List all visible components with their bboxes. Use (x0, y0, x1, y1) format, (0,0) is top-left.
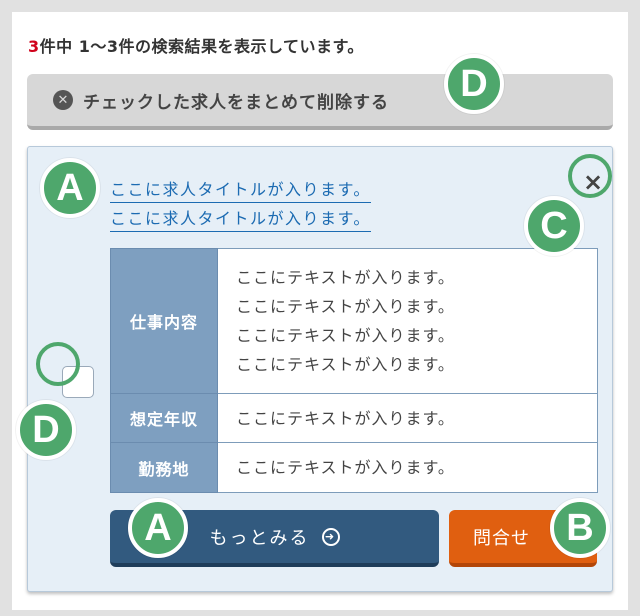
more-button-label: もっとみる (209, 527, 310, 549)
annotation-marker-c: C (524, 196, 584, 256)
job-description-value: ここにテキストが入ります。 ここにテキストが入ります。 ここにテキストが入ります… (217, 248, 598, 394)
job-card: ここに求人タイトルが入ります。 ここに求人タイトルが入ります。 × 仕事内容 こ… (27, 146, 613, 592)
table-row: 想定年収 ここにテキストが入ります。 (110, 393, 598, 443)
salary-value: ここにテキストが入ります。 (217, 393, 598, 443)
job-info-table: 仕事内容 ここにテキストが入ります。 ここにテキストが入ります。 ここにテキスト… (110, 248, 598, 493)
result-summary-text: 件中 1〜3件の検索結果を表示しています。 (39, 37, 364, 56)
location-label: 勤務地 (110, 442, 218, 493)
result-count-number: 3 (28, 37, 40, 56)
job-description-line: ここにテキストが入ります。 (236, 297, 455, 316)
job-description-line: ここにテキストが入ります。 (236, 268, 455, 287)
result-summary: 3件中 1〜3件の検索結果を表示しています。 (28, 33, 364, 57)
contact-button-label: 問合せ (473, 527, 530, 549)
arrow-right-circle-icon: ➜ (321, 527, 340, 546)
table-row: 仕事内容 ここにテキストが入ります。 ここにテキストが入ります。 ここにテキスト… (110, 248, 598, 394)
job-description-line: ここにテキストが入ります。 (236, 326, 455, 345)
location-value: ここにテキストが入ります。 (217, 442, 598, 493)
table-row: 勤務地 ここにテキストが入ります。 (110, 442, 598, 493)
bulk-delete-button[interactable]: ✕ チェックした求人をまとめて削除する (27, 74, 613, 130)
job-select-checkbox[interactable] (62, 366, 94, 398)
close-circle-icon: ✕ (53, 90, 73, 110)
annotation-marker-a: A (40, 158, 100, 218)
annotation-marker-d: D (444, 54, 504, 114)
job-title-link[interactable]: ここに求人タイトルが入ります。 (110, 205, 371, 232)
bulk-delete-label: チェックした求人をまとめて削除する (83, 92, 389, 113)
job-description-line: ここにテキストが入ります。 (236, 355, 455, 374)
job-description-label: 仕事内容 (110, 248, 218, 394)
salary-label: 想定年収 (110, 393, 218, 443)
remove-job-close-button[interactable]: × (576, 165, 610, 199)
annotation-marker-a: A (128, 498, 188, 558)
job-title-link[interactable]: ここに求人タイトルが入ります。 (110, 176, 371, 203)
annotation-marker-d: D (16, 400, 76, 460)
page-canvas: 3件中 1〜3件の検索結果を表示しています。 ✕ チェックした求人をまとめて削除… (12, 12, 628, 610)
annotation-marker-b: B (550, 498, 610, 558)
close-icon: × (582, 168, 604, 196)
